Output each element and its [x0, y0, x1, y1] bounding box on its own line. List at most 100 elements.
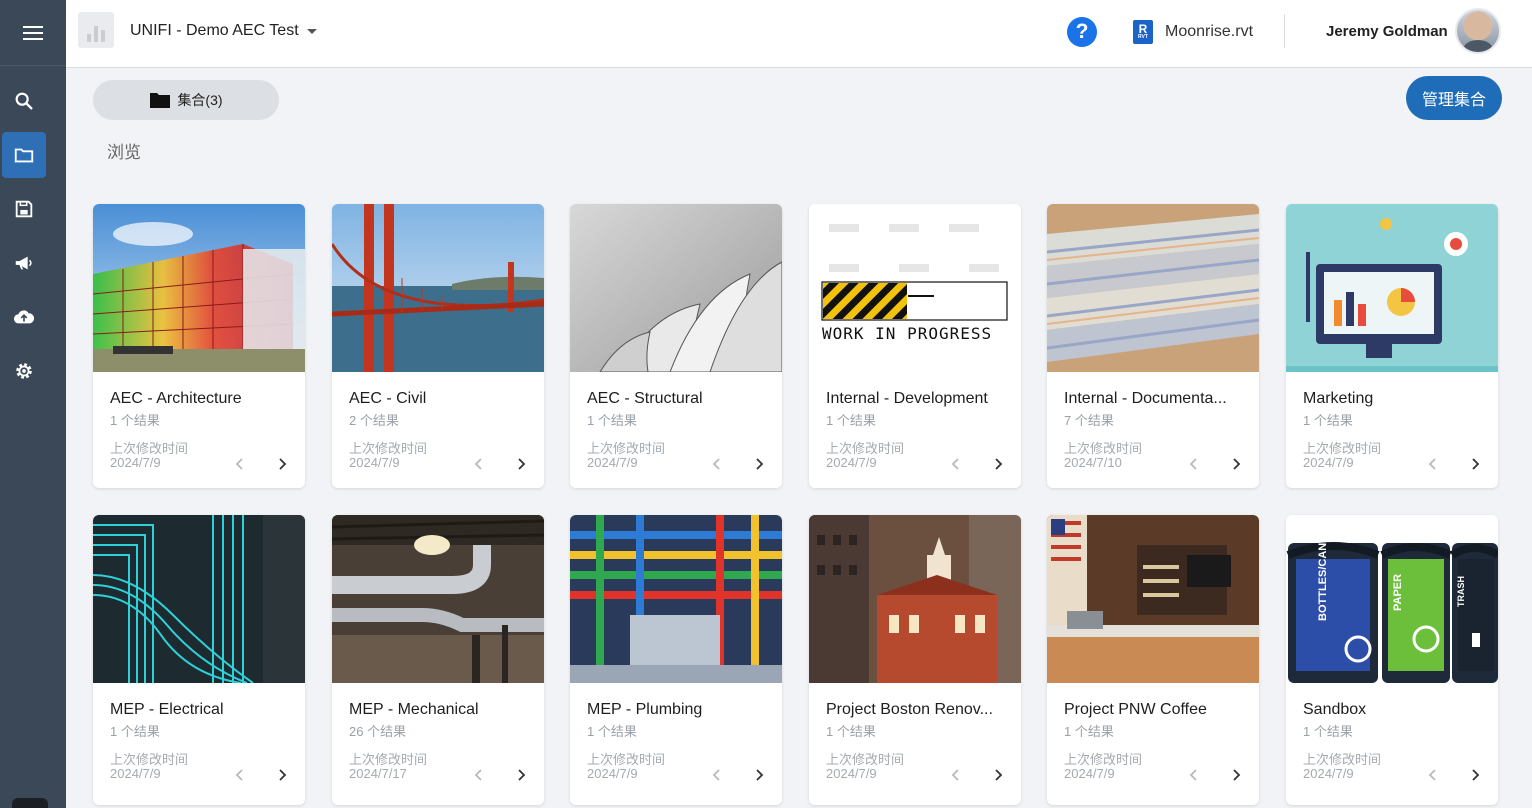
chevron-right-icon[interactable]	[1467, 767, 1483, 783]
active-file[interactable]: R RVT Moonrise.rvt	[1133, 20, 1253, 44]
card-title: Project PNW Coffee	[1064, 701, 1207, 718]
card-count: 1 个结果	[1064, 724, 1114, 739]
chevron-left-icon[interactable]	[232, 456, 248, 472]
bin-label-paper: PAPER	[1392, 573, 1404, 611]
work-in-progress-thumbnail	[809, 204, 1021, 372]
chevron-left-icon[interactable]	[1425, 456, 1441, 472]
card-count: 1 个结果	[110, 724, 160, 739]
card-count: 1 个结果	[587, 724, 637, 739]
collection-card[interactable]: MEP - Mechanical 26 个结果 上次修改时间 2024/7/17	[332, 515, 544, 805]
chevron-right-icon[interactable]	[751, 456, 767, 472]
avatar[interactable]	[1455, 8, 1501, 54]
collection-card[interactable]: MEP - Electrical 1 个结果 上次修改时间 2024/7/9	[93, 515, 305, 805]
collection-card[interactable]: AEC - Architecture 1 个结果 上次修改时间 2024/7/9	[93, 204, 305, 488]
card-count: 1 个结果	[1303, 413, 1353, 428]
chevron-left-icon[interactable]	[232, 767, 248, 783]
card-modified-date: 2024/7/9	[587, 766, 638, 781]
chevron-right-icon[interactable]	[990, 767, 1006, 783]
card-title: Internal - Development	[826, 390, 988, 407]
top-header: UNIFI - Demo AEC Test ? R RVT Moonrise.rv…	[66, 0, 1532, 68]
card-count: 1 个结果	[110, 413, 160, 428]
chevron-left-icon[interactable]	[1186, 456, 1202, 472]
card-title: Sandbox	[1303, 701, 1367, 718]
chevron-right-icon[interactable]	[513, 456, 529, 472]
folder-icon	[150, 93, 171, 108]
chevron-right-icon[interactable]	[1467, 456, 1483, 472]
collection-card[interactable]: BOTTLES/CANS PAPER TRASH Sandbox 1 个结果 上…	[1286, 515, 1498, 805]
card-count: 1 个结果	[826, 413, 876, 428]
chevron-left-icon[interactable]	[471, 456, 487, 472]
card-modified-date: 2024/7/9	[1303, 766, 1354, 781]
header-divider	[1284, 14, 1285, 48]
sidebar-bottom-tab[interactable]	[12, 798, 48, 808]
revit-file-icon: R RVT	[1133, 20, 1153, 44]
collection-card[interactable]: Marketing 1 个结果 上次修改时间 2024/7/9	[1286, 204, 1498, 488]
chevron-right-icon[interactable]	[274, 456, 290, 472]
collection-card[interactable]: MEP - Plumbing 1 个结果 上次修改时间 2024/7/9	[570, 515, 782, 805]
chevron-left-icon[interactable]	[948, 456, 964, 472]
chevron-left-icon[interactable]	[1186, 767, 1202, 783]
chevron-left-icon[interactable]	[709, 767, 725, 783]
collection-card[interactable]: AEC - Civil 2 个结果 上次修改时间 2024/7/9	[332, 204, 544, 488]
card-modified-date: 2024/7/9	[349, 455, 400, 470]
collection-card[interactable]: Project Boston Renov... 1 个结果 上次修改时间 202…	[809, 515, 1021, 805]
hamburger-menu-icon[interactable]	[0, 0, 66, 66]
card-title: Marketing	[1303, 390, 1374, 407]
sidebar-megaphone-icon[interactable]	[2, 240, 46, 286]
card-modified-date: 2024/7/9	[826, 455, 877, 470]
chevron-right-icon[interactable]	[1228, 456, 1244, 472]
card-count: 1 个结果	[587, 413, 637, 428]
file-name: Moonrise.rvt	[1165, 23, 1254, 40]
card-count: 2 个结果	[349, 413, 399, 428]
card-title: AEC - Architecture	[110, 390, 242, 407]
electrical-thumbnail	[93, 515, 305, 683]
card-title: MEP - Mechanical	[349, 701, 479, 718]
collections-label: 集合(3)	[177, 92, 223, 108]
collection-card[interactable]: WORK IN PROGRESS Internal - Development …	[809, 204, 1021, 488]
chevron-right-icon[interactable]	[513, 767, 529, 783]
mechanical-thumbnail	[332, 515, 544, 683]
card-count: 1 个结果	[1303, 724, 1353, 739]
card-modified-date: 2024/7/10	[1064, 455, 1122, 470]
work-in-progress-text: WORK IN PROGRESS	[822, 324, 993, 343]
bin-label-bottles-cans: BOTTLES/CANS	[1317, 535, 1329, 621]
user-name[interactable]: Jeremy Goldman	[1326, 23, 1448, 40]
bin-label-trash: TRASH	[1456, 576, 1466, 607]
collection-card[interactable]: Project PNW Coffee 1 个结果 上次修改时间 2024/7/9	[1047, 515, 1259, 805]
chevron-right-icon[interactable]	[1228, 767, 1244, 783]
architecture-thumbnail	[93, 204, 305, 372]
chevron-left-icon[interactable]	[709, 456, 725, 472]
coffee-shop-thumbnail	[1047, 515, 1259, 683]
card-title: MEP - Electrical	[110, 701, 224, 718]
chevron-left-icon[interactable]	[948, 767, 964, 783]
card-count: 7 个结果	[1064, 413, 1114, 428]
manage-collections-button[interactable]: 管理集合	[1406, 76, 1502, 120]
card-modified-date: 2024/7/9	[826, 766, 877, 781]
chevron-left-icon[interactable]	[471, 767, 487, 783]
chevron-right-icon[interactable]	[274, 767, 290, 783]
chevron-right-icon[interactable]	[751, 767, 767, 783]
sidebar-folder-icon[interactable]	[2, 132, 46, 178]
card-modified-date: 2024/7/9	[1064, 766, 1115, 781]
project-selector[interactable]: UNIFI - Demo AEC Test	[130, 22, 317, 40]
card-title: AEC - Civil	[349, 390, 427, 407]
card-count: 1 个结果	[826, 724, 876, 739]
sidebar-save-icon[interactable]	[2, 186, 46, 232]
help-icon[interactable]: ?	[1067, 17, 1097, 47]
sidebar	[0, 0, 66, 808]
card-modified-date: 2024/7/17	[349, 766, 407, 781]
card-modified-date: 2024/7/9	[110, 766, 161, 781]
chevron-right-icon[interactable]	[990, 456, 1006, 472]
card-modified-date: 2024/7/9	[110, 455, 161, 470]
chevron-left-icon[interactable]	[1425, 767, 1441, 783]
collection-card[interactable]: Internal - Documenta... 7 个结果 上次修改时间 202…	[1047, 204, 1259, 488]
sidebar-cloud-upload-icon[interactable]	[2, 294, 46, 340]
card-count: 26 个结果	[349, 724, 407, 739]
sidebar-gear-icon[interactable]	[2, 348, 46, 394]
collections-button[interactable]: 集合(3)	[93, 80, 279, 120]
sidebar-search-icon[interactable]	[2, 78, 46, 124]
civil-thumbnail	[332, 204, 544, 372]
chevron-down-icon	[306, 28, 317, 34]
collection-card[interactable]: AEC - Structural 1 个结果 上次修改时间 2024/7/9	[570, 204, 782, 488]
boston-thumbnail	[809, 515, 1021, 683]
